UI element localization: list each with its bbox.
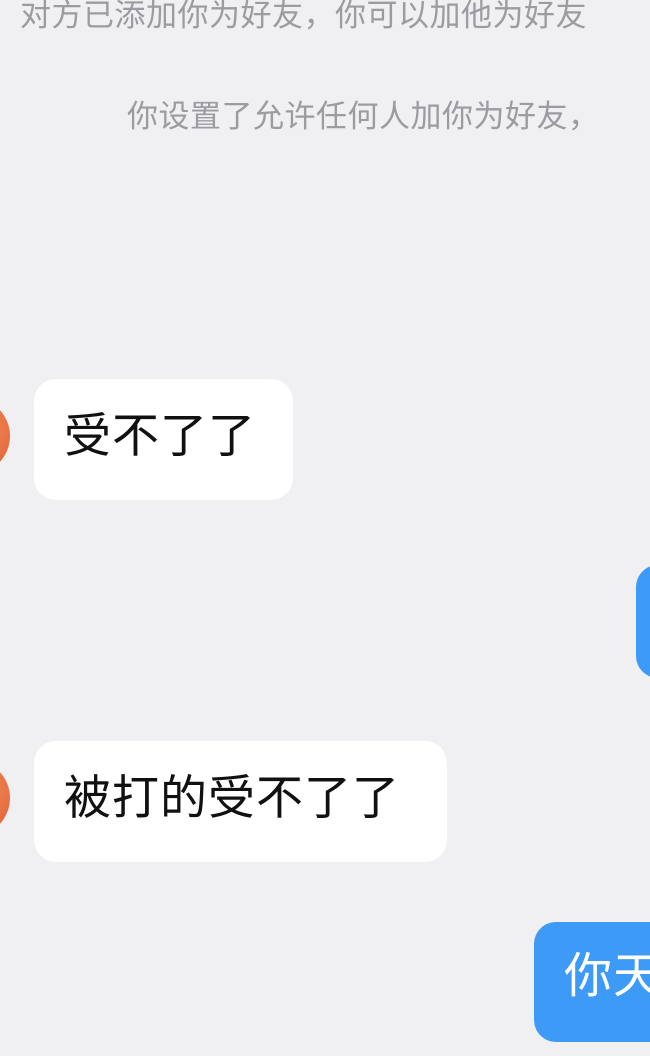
incoming-message-bubble[interactable]: 被打的受不了了 [34,741,447,862]
contact-avatar[interactable] [0,398,10,474]
contact-avatar[interactable] [0,760,10,836]
system-notice-privacy-setting: 你设置了允许任何人加你为好友， [127,99,600,135]
chat-view[interactable]: 对方已添加你为好友，你可以加他为好友 你设置了允许任何人加你为好友， 受不了了 … [0,0,650,1056]
incoming-message-bubble[interactable]: 受不了了 [34,379,293,500]
system-notice-friend-added: 对方已添加你为好友，你可以加他为好友 [20,0,587,34]
outgoing-message-bubble[interactable] [636,565,650,678]
outgoing-message-bubble[interactable]: 你天 [534,922,650,1042]
